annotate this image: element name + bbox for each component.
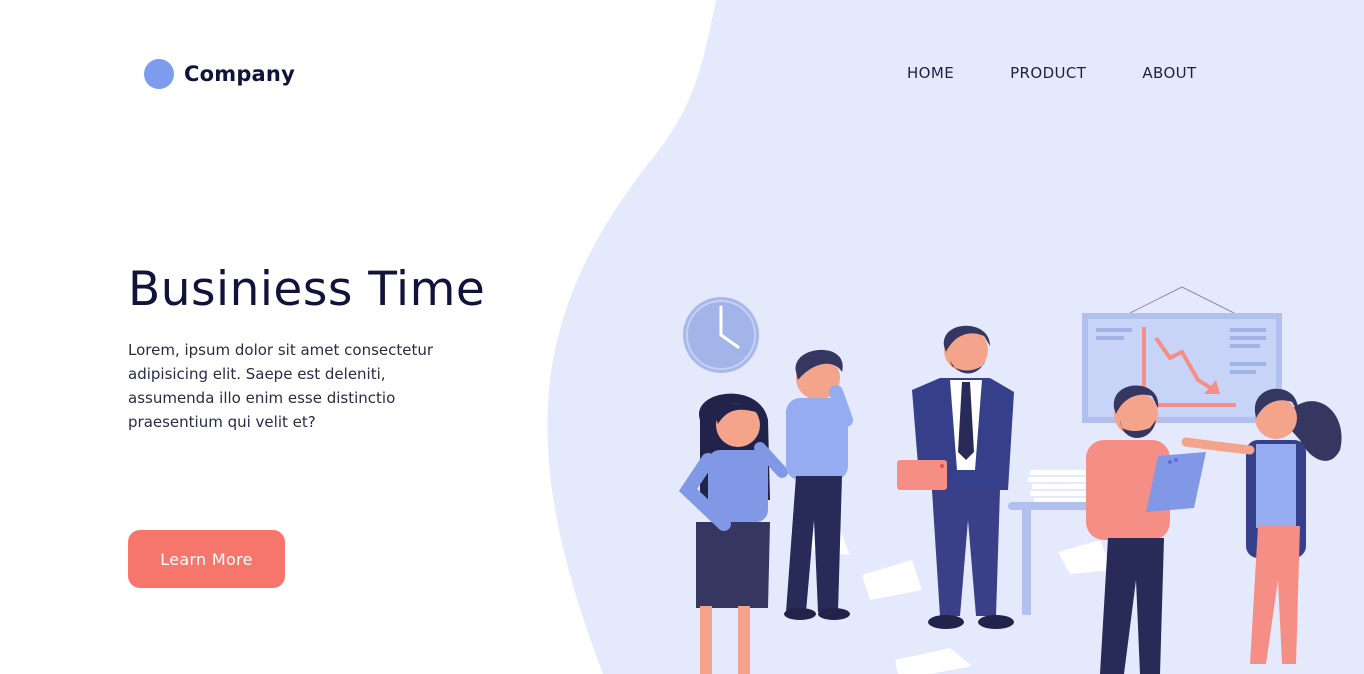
woman-on-phone	[678, 393, 788, 674]
site-header: Company HOME PRODUCT ABOUT	[0, 0, 1364, 150]
falling-chart-board-icon	[1082, 286, 1282, 423]
team-illustration	[678, 286, 1342, 674]
wall-clock-icon	[683, 297, 759, 373]
brand-name: Company	[184, 62, 295, 86]
nav-product-link[interactable]: PRODUCT	[1010, 64, 1086, 82]
brand-logo[interactable]: Company	[144, 59, 295, 89]
main-nav: HOME PRODUCT ABOUT	[907, 64, 1197, 82]
nav-home-link[interactable]: HOME	[907, 64, 954, 82]
hero-title: Businiess Time	[128, 262, 486, 317]
man-with-tablet	[1086, 385, 1206, 674]
hero-description: Lorem, ipsum dolor sit amet consectetur …	[128, 341, 434, 431]
woman-gesturing	[1181, 388, 1342, 664]
worried-man	[784, 349, 853, 620]
learn-more-button[interactable]: Learn More	[128, 530, 285, 588]
paper-stack-icon	[1028, 470, 1090, 502]
logo-dot-icon	[144, 59, 174, 89]
nav-about-link[interactable]: ABOUT	[1142, 64, 1196, 82]
